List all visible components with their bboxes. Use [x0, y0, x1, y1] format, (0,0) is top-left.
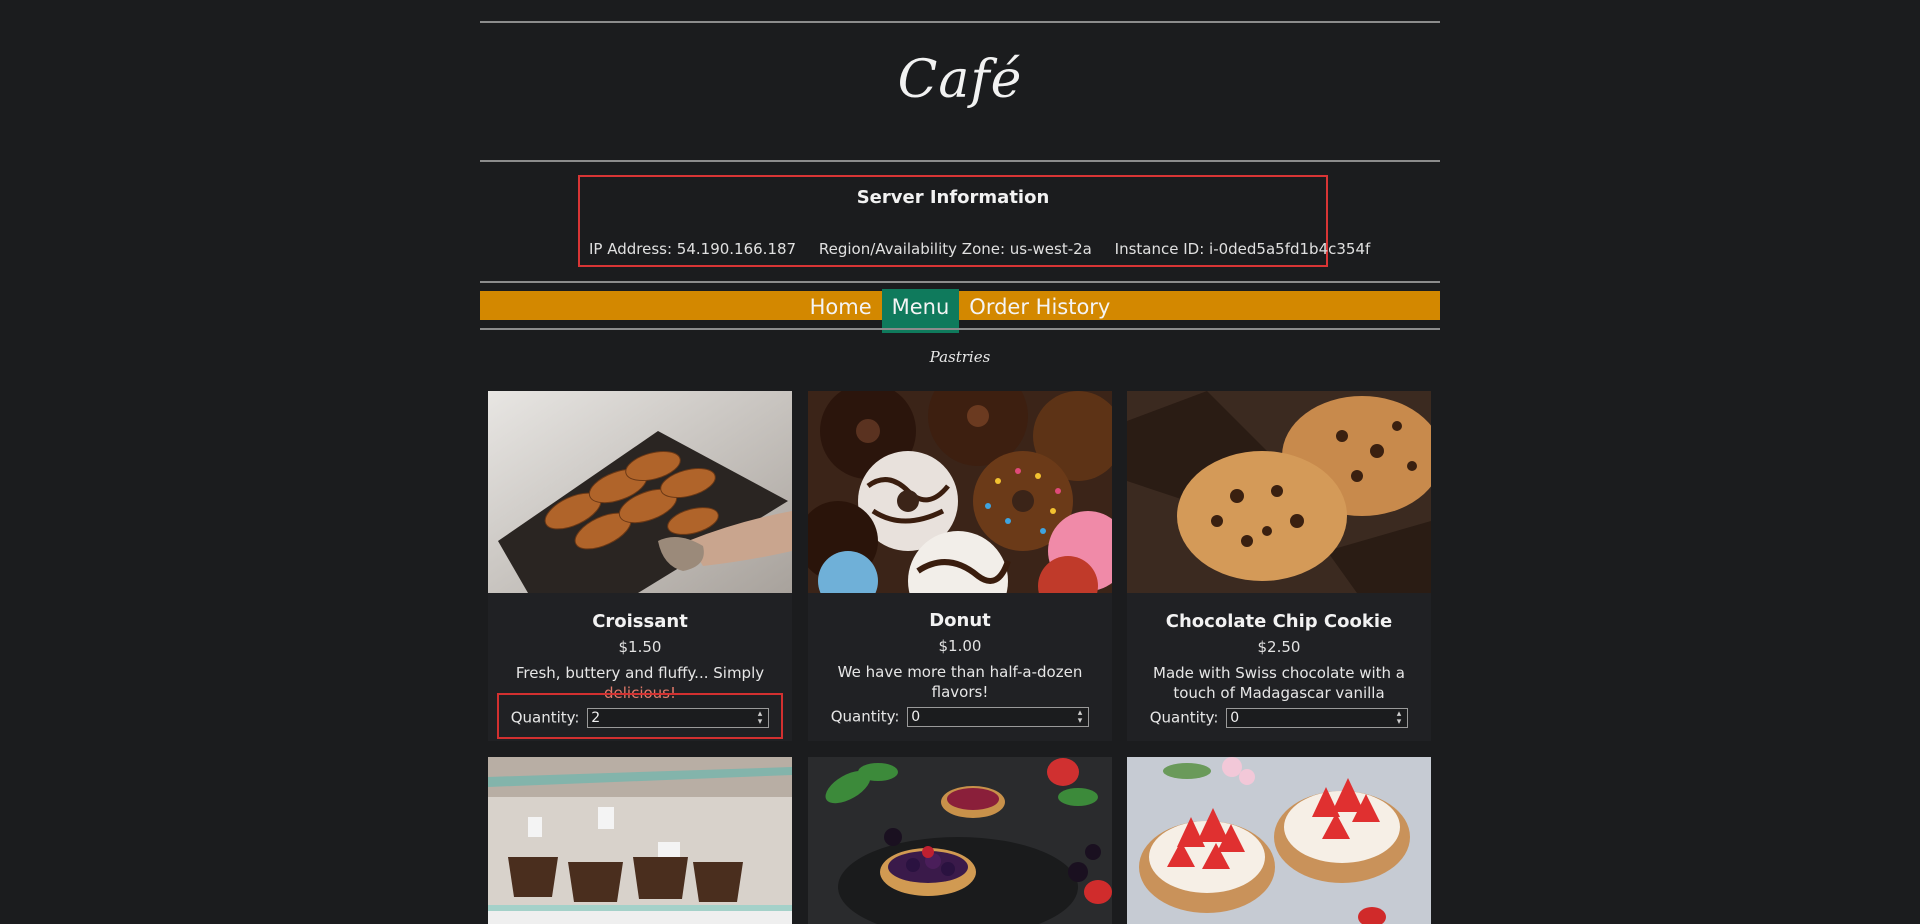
description-line-2: touch of Madagascar vanilla: [1173, 684, 1385, 702]
product-price: $1.00: [938, 637, 982, 655]
product-card-muffins: [488, 757, 792, 924]
description-line-1: Made with Swiss chocolate with a: [1153, 664, 1405, 682]
top-divider: [480, 21, 1440, 23]
product-name: Donut: [929, 610, 991, 631]
cookie-image: [1127, 391, 1431, 593]
quantity-row: Quantity: 0 ▴ ▾: [1127, 708, 1431, 728]
croissant-image: [488, 391, 792, 593]
product-card-berry-tartlets: [808, 757, 1112, 924]
nav-divider-bottom: [480, 328, 1440, 330]
muffins-image: [488, 757, 792, 924]
berry-tartlets-image: [808, 757, 1112, 924]
product-name: Chocolate Chip Cookie: [1165, 611, 1393, 632]
product-price: $1.50: [618, 638, 662, 656]
product-card-croissant: Croissant $1.50 Fresh, buttery and fluff…: [488, 391, 792, 741]
quantity-label: Quantity:: [830, 707, 900, 726]
nav-bar: Home Menu Order History: [480, 289, 1440, 333]
availability-zone: Region/Availability Zone: us-west-2a: [818, 240, 1092, 258]
description-line-1: Fresh, buttery and fluffy... Simply: [515, 664, 765, 682]
server-info-details: IP Address: 54.190.166.187 Region/Availa…: [580, 240, 1370, 258]
product-description: Made with Swiss chocolate with a touch o…: [1147, 663, 1411, 703]
nav-menu[interactable]: Menu: [881, 289, 960, 333]
page-container: Café Server Information IP Address: 54.1…: [480, 0, 1440, 924]
quantity-stepper[interactable]: 0 ▴ ▾: [907, 707, 1090, 727]
description-line-1: We have more than half-a-dozen: [837, 663, 1083, 681]
nav-order-history[interactable]: Order History: [959, 291, 1120, 320]
nav-home[interactable]: Home: [800, 291, 882, 320]
page-title: Café: [897, 50, 1023, 110]
quantity-value: 0: [1230, 710, 1240, 726]
header-divider: [480, 160, 1440, 162]
server-info-heading: Server Information: [856, 187, 1050, 208]
product-description: We have more than half-a-dozen flavors!: [828, 662, 1092, 702]
quantity-stepper[interactable]: 0 ▴ ▾: [1226, 708, 1409, 728]
donut-image: [808, 391, 1112, 593]
product-card-strawberry-tarts: [1127, 757, 1431, 924]
description-line-2: flavors!: [931, 683, 989, 701]
product-card-chocolate-chip-cookie: Chocolate Chip Cookie $2.50 Made with Sw…: [1127, 391, 1431, 741]
product-price: $2.50: [1257, 638, 1301, 656]
section-title: Pastries: [929, 348, 991, 366]
product-card-donut: Donut $1.00 We have more than half-a-doz…: [808, 391, 1112, 741]
quantity-value: 0: [911, 709, 921, 725]
spinner-arrows-icon[interactable]: ▴ ▾: [1397, 710, 1402, 727]
ip-address: IP Address: 54.190.166.187: [589, 240, 797, 258]
quantity-highlight: [497, 693, 783, 739]
spinner-arrows-icon[interactable]: ▴ ▾: [1078, 709, 1083, 726]
server-info-box: Server Information IP Address: 54.190.16…: [578, 175, 1370, 267]
instance-id: Instance ID: i-0ded5a5fd1b4c354f: [1114, 240, 1371, 258]
quantity-row: Quantity: 0 ▴ ▾: [808, 707, 1112, 727]
nav-divider-top: [480, 281, 1440, 283]
quantity-label: Quantity:: [1149, 708, 1219, 727]
product-name: Croissant: [592, 611, 688, 632]
strawberry-tarts-image: [1127, 757, 1431, 924]
